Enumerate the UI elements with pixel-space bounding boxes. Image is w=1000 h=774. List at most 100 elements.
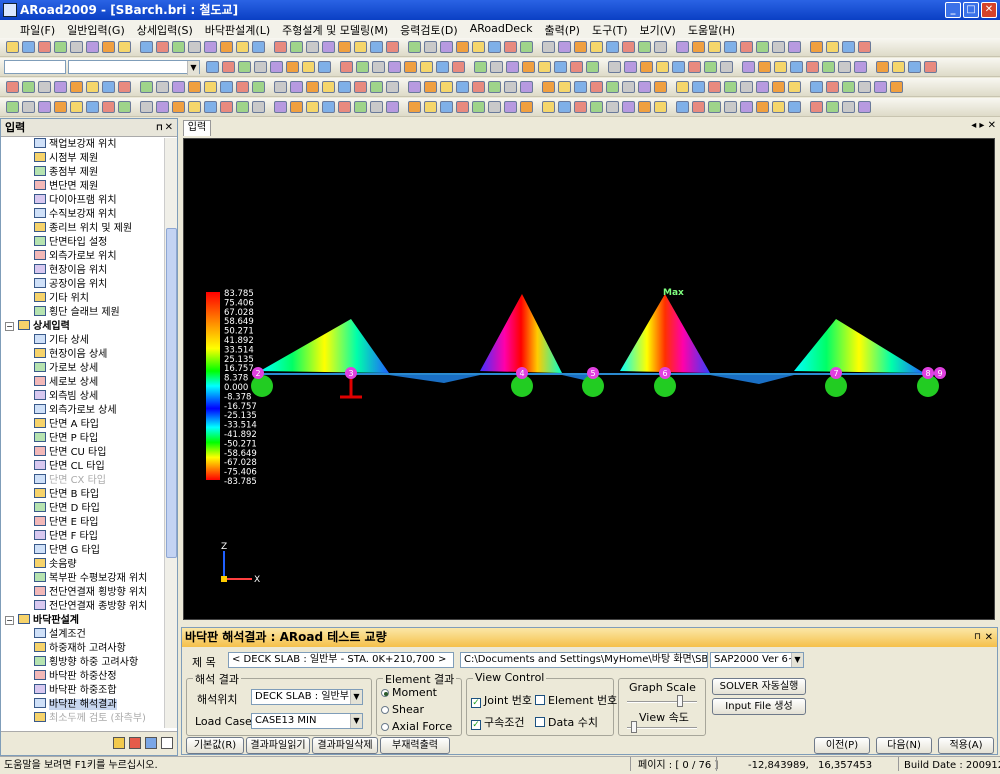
collapse-icon[interactable]: − [5, 322, 14, 331]
toolbar-tool-icon[interactable] [756, 101, 769, 113]
toolbar-tool-icon[interactable] [624, 61, 637, 73]
toolbar-tool-icon[interactable] [892, 61, 905, 73]
toolbar-tool-icon[interactable] [772, 101, 785, 113]
toolbar-tool-icon[interactable] [236, 81, 249, 93]
toolbar-tool-icon[interactable] [204, 81, 217, 93]
analysis-viewport[interactable]: 83.785 75.406 67.028 58.649 50.271 41.892 33.5… [183, 138, 995, 620]
toolbar-tool-icon[interactable] [826, 101, 839, 113]
toolbar-tool-icon[interactable] [6, 41, 19, 53]
input-file-button[interactable]: Input File 생성 [712, 698, 806, 715]
toolbar-tool-icon[interactable] [102, 41, 115, 53]
toolbar-tool-icon[interactable] [676, 81, 689, 93]
toolbar-tool-icon[interactable] [370, 81, 383, 93]
toolbar-tool-icon[interactable] [740, 41, 753, 53]
tree-item[interactable]: 단면타입 설정 [1, 236, 164, 250]
toolbar-tool-icon[interactable] [354, 81, 367, 93]
toolbar-tool-icon[interactable] [574, 101, 587, 113]
toolbar-tool-icon[interactable] [520, 81, 533, 93]
toolbar-tool-icon[interactable] [140, 101, 153, 113]
toolbar-tool-icon[interactable] [826, 41, 839, 53]
toolbar-tool-icon[interactable] [318, 61, 331, 73]
toolbar-tool-icon[interactable] [924, 61, 937, 73]
toolbar-tool-icon[interactable] [102, 101, 115, 113]
toolbar-tool-icon[interactable] [488, 101, 501, 113]
tree-item[interactable]: 횡단 슬래브 제원 [1, 306, 164, 320]
toolbar-tool-icon[interactable] [188, 41, 201, 53]
chk-value[interactable]: Data 수치 [535, 714, 598, 730]
collapse-icon[interactable]: − [5, 616, 14, 625]
radio-moment-dot[interactable] [381, 689, 389, 697]
toolbar-tool-icon[interactable] [408, 101, 421, 113]
close-icon[interactable]: ✕ [165, 119, 173, 137]
tree-item[interactable]: 단면 CL 타입 [1, 460, 164, 474]
toolbar-tool-icon[interactable] [408, 41, 421, 53]
toolbar-tool-icon[interactable] [204, 101, 217, 113]
toolbar-tool-icon[interactable] [558, 81, 571, 93]
toolbar-tool-icon[interactable] [788, 41, 801, 53]
toolbar-tool-icon[interactable] [724, 41, 737, 53]
toolbar-tool-icon[interactable] [654, 101, 667, 113]
toolbar-tool-icon[interactable] [822, 61, 835, 73]
default-button[interactable]: 기본값(R) [186, 737, 244, 754]
toolbar-tool-icon[interactable] [774, 61, 787, 73]
chk-value-box[interactable] [535, 717, 545, 727]
toolbar-tool-icon[interactable] [236, 41, 249, 53]
toolbar-tool-icon[interactable] [6, 81, 19, 93]
toolbar-tool-icon[interactable] [274, 81, 287, 93]
toolbar-tool-icon[interactable] [290, 101, 303, 113]
toolbar-tool-icon[interactable] [890, 81, 903, 93]
menu-aroaddeck[interactable]: ARoadDeck [464, 20, 539, 38]
tree-item[interactable]: 단면 A 타입 [1, 418, 164, 432]
menu-girder-design[interactable]: 주형설계 및 모델링(M) [276, 20, 394, 38]
toolbar-tool-icon[interactable] [472, 81, 485, 93]
toolbar-tool-icon[interactable] [810, 81, 823, 93]
tree-item[interactable]: 기타 위치 [1, 292, 164, 306]
toolbar-tool-icon[interactable] [740, 101, 753, 113]
chk-joint-box[interactable]: ✓ [471, 698, 481, 708]
view-speed-slider[interactable] [627, 721, 697, 733]
toolbar-tool-icon[interactable] [558, 101, 571, 113]
toolbar-tool-icon[interactable] [676, 101, 689, 113]
toolbar-tool-icon[interactable] [708, 41, 721, 53]
toolbar-tool-icon[interactable] [558, 41, 571, 53]
tree-item[interactable]: 다이아프램 위치 [1, 194, 164, 208]
toolbar-tool-icon[interactable] [858, 41, 871, 53]
toolbar-tool-icon[interactable] [236, 101, 249, 113]
tree-item[interactable]: 하중재하 고려사항 [1, 642, 164, 656]
toolbar-tool-icon[interactable] [354, 101, 367, 113]
menu-view[interactable]: 보기(V) [634, 20, 682, 38]
toolbar-tool-icon[interactable] [622, 41, 635, 53]
next-button[interactable]: 다음(N) [876, 737, 932, 754]
toolbar-tool-icon[interactable] [506, 61, 519, 73]
toolbar-tool-icon[interactable] [274, 41, 287, 53]
toolbar-tool-icon[interactable] [606, 81, 619, 93]
tree-item[interactable]: 바닥판 해석결과 [1, 698, 164, 712]
radio-moment[interactable]: Moment [381, 686, 437, 699]
tree-item[interactable]: 가로보 상세 [1, 362, 164, 376]
toolbar-tool-icon[interactable] [254, 61, 267, 73]
toolbar-tool-icon[interactable] [306, 81, 319, 93]
tree-item[interactable]: 단면 B 타입 [1, 488, 164, 502]
toolbar-tool-icon[interactable] [22, 81, 35, 93]
toolbar-tool-icon[interactable] [70, 81, 83, 93]
menu-tools[interactable]: 도구(T) [586, 20, 634, 38]
toolbar-tool-icon[interactable] [140, 41, 153, 53]
tree-item[interactable]: 단면 P 타입 [1, 432, 164, 446]
toolbar-tool-icon[interactable] [372, 61, 385, 73]
chk-joint[interactable]: ✓ Joint 번호 [471, 692, 532, 708]
toolbar-tool-icon[interactable] [38, 41, 51, 53]
path-field[interactable]: C:\Documents and Settings\MyHome\바탕 화면\S… [460, 652, 708, 668]
chk-restraint-box[interactable]: ✓ [471, 720, 481, 730]
toolbar-tool-icon[interactable] [574, 41, 587, 53]
tree-item[interactable]: 종리브 위치 및 제원 [1, 222, 164, 236]
toolbar-tool-icon[interactable] [156, 101, 169, 113]
toolbar-tool-icon[interactable] [172, 81, 185, 93]
toolbar-tool-icon[interactable] [172, 101, 185, 113]
toolbar-tool-icon[interactable] [858, 81, 871, 93]
menu-detail-input[interactable]: 상세입력(S) [131, 20, 199, 38]
tree-item[interactable]: 종점부 제원 [1, 166, 164, 180]
tree-item[interactable]: 외측가로보 상세 [1, 404, 164, 418]
toolbar-tool-icon[interactable] [740, 81, 753, 93]
toolbar-tool-icon[interactable] [724, 101, 737, 113]
tree-item[interactable]: 세로보 상세 [1, 376, 164, 390]
